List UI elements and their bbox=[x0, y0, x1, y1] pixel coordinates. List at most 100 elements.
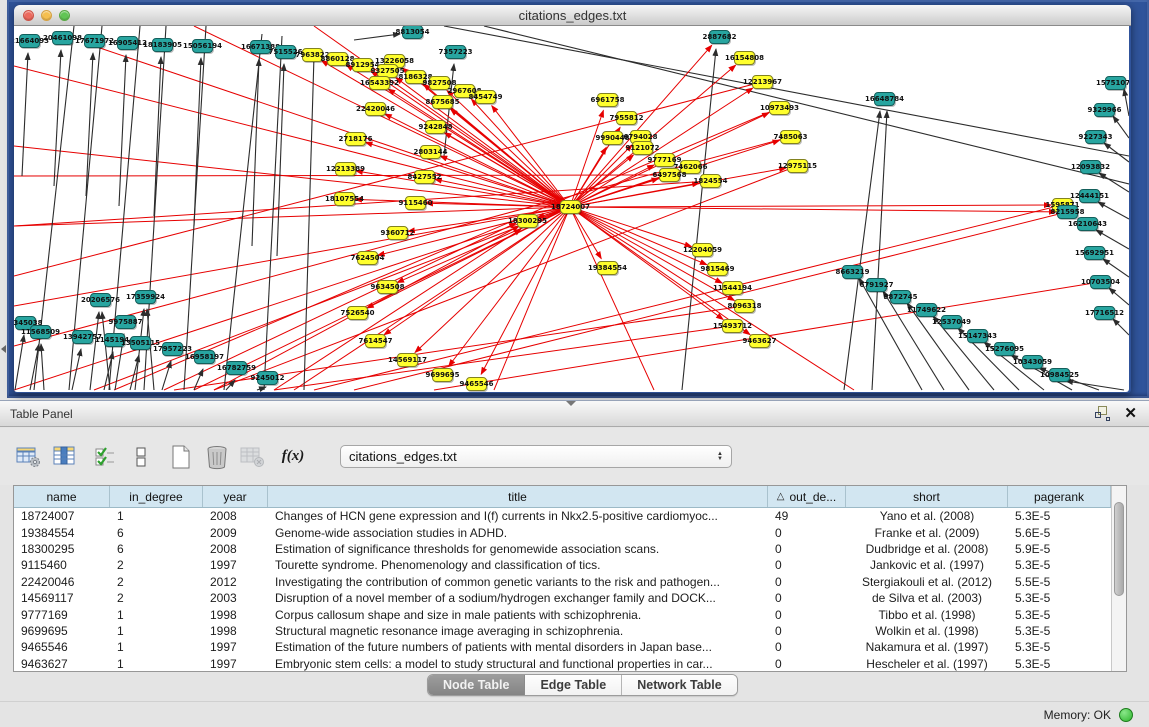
panel-divider-grip[interactable] bbox=[566, 401, 576, 406]
graph-node[interactable]: 20206576 bbox=[90, 293, 111, 307]
graph-node[interactable]: 8215958 bbox=[1057, 205, 1078, 219]
graph-node[interactable]: 9329966 bbox=[1094, 103, 1115, 117]
graph-node[interactable]: 16905412 bbox=[117, 36, 138, 50]
graph-node[interactable]: 2887682 bbox=[709, 30, 730, 44]
graph-node[interactable]: 8427552 bbox=[414, 170, 435, 184]
table-row[interactable]: 2242004622012Investigating the contribut… bbox=[14, 574, 1111, 590]
graph-node[interactable]: 9465546 bbox=[466, 377, 487, 391]
column-header-in_degree[interactable]: in_degree bbox=[110, 486, 203, 507]
show-column-button[interactable] bbox=[50, 442, 80, 472]
graph-node[interactable]: 10703504 bbox=[1090, 275, 1111, 289]
graph-node[interactable]: 9242848 bbox=[425, 120, 446, 134]
network-window-titlebar[interactable]: citations_edges.txt bbox=[14, 5, 1131, 26]
graph-node[interactable]: 7614547 bbox=[365, 334, 386, 348]
graph-node[interactable]: 18183905 bbox=[152, 38, 173, 52]
graph-node[interactable]: 12204059 bbox=[692, 243, 713, 257]
table-row[interactable]: 911546021997Tourette syndrome. Phenomeno… bbox=[14, 557, 1111, 573]
table-row[interactable]: 1456911722003Disruption of a novel membe… bbox=[14, 590, 1111, 606]
column-header-pagerank[interactable]: pagerank bbox=[1008, 486, 1111, 507]
network-canvas[interactable]: 1872400716154808122139671097349374850631… bbox=[14, 26, 1129, 392]
graph-node[interactable]: 9360712 bbox=[387, 226, 408, 240]
graph-node[interactable]: 14569117 bbox=[397, 353, 418, 367]
graph-node[interactable]: 12213967 bbox=[752, 75, 773, 89]
graph-node[interactable]: 15692951 bbox=[1084, 246, 1105, 260]
graph-node[interactable]: 8663219 bbox=[842, 265, 863, 279]
graph-node[interactable]: 9975887 bbox=[115, 315, 136, 329]
graph-node[interactable]: 17957223 bbox=[162, 342, 183, 356]
graph-node[interactable]: 2718176 bbox=[345, 132, 366, 146]
column-header-name[interactable]: name bbox=[14, 486, 110, 507]
table-source-dropdown[interactable]: citations_edges.txt ▲▼ bbox=[340, 445, 732, 468]
table-row[interactable]: 946362711997Embryonic stem cells: a mode… bbox=[14, 656, 1111, 671]
close-panel-icon[interactable]: ✕ bbox=[1124, 406, 1137, 421]
graph-node[interactable]: 6961758 bbox=[597, 93, 618, 107]
graph-node[interactable]: 9227343 bbox=[1085, 130, 1106, 144]
graph-node[interactable]: 18724007 bbox=[560, 200, 581, 214]
graph-node[interactable]: 11749622 bbox=[916, 303, 937, 317]
table-row[interactable]: 969969511998Structural magnetic resonanc… bbox=[14, 623, 1111, 639]
graph-node[interactable]: 19384554 bbox=[597, 261, 618, 275]
collapse-splitter-arrow[interactable] bbox=[1, 345, 6, 353]
graph-node[interactable]: 6497568 bbox=[659, 168, 680, 182]
graph-node[interactable]: 9872745 bbox=[890, 290, 911, 304]
graph-node[interactable]: 2803144 bbox=[420, 145, 441, 159]
graph-node[interactable]: 13505115 bbox=[130, 336, 151, 350]
graph-node[interactable]: 12537049 bbox=[941, 315, 962, 329]
column-header-short[interactable]: short bbox=[846, 486, 1008, 507]
tab-network-table[interactable]: Network Table bbox=[622, 675, 737, 695]
tab-node-table[interactable]: Node Table bbox=[428, 675, 525, 695]
graph-node[interactable]: 8675685 bbox=[432, 95, 453, 109]
graph-node[interactable]: 8096318 bbox=[734, 299, 755, 313]
graph-node[interactable]: 10973493 bbox=[769, 101, 790, 115]
scrollbar-thumb[interactable] bbox=[1114, 502, 1124, 596]
graph-node[interactable]: 1824554 bbox=[700, 174, 721, 188]
graph-node[interactable]: 8454749 bbox=[475, 90, 496, 104]
graph-node[interactable]: 13942757 bbox=[72, 330, 93, 344]
graph-node[interactable]: 9990448 bbox=[602, 131, 623, 145]
select-columns-button[interactable] bbox=[90, 442, 120, 472]
vertical-scrollbar[interactable] bbox=[1111, 486, 1126, 671]
graph-node[interactable]: 16958197 bbox=[194, 350, 215, 364]
graph-node[interactable]: 15276095 bbox=[994, 342, 1015, 356]
graph-node[interactable]: 9115460 bbox=[405, 196, 426, 210]
graph-node[interactable]: 18300295 bbox=[517, 214, 538, 228]
graph-node[interactable]: 9815469 bbox=[707, 262, 728, 276]
graph-node[interactable]: 7955812 bbox=[616, 111, 637, 125]
graph-node[interactable]: 12213389 bbox=[335, 162, 356, 176]
graph-node[interactable]: 18107554 bbox=[334, 192, 355, 206]
float-panel-icon[interactable] bbox=[1095, 406, 1110, 421]
table-row[interactable]: 1872400712008Changes of HCN gene express… bbox=[14, 508, 1111, 524]
graph-node[interactable]: 9121072 bbox=[632, 141, 653, 155]
graph-node[interactable]: 16210643 bbox=[1077, 217, 1098, 231]
graph-node[interactable]: 7526540 bbox=[347, 306, 368, 320]
graph-node[interactable]: 16648784 bbox=[874, 92, 895, 106]
graph-node[interactable]: 17716512 bbox=[1094, 306, 1115, 320]
graph-node[interactable]: 22420046 bbox=[365, 102, 386, 116]
graph-node[interactable]: 12975115 bbox=[787, 159, 808, 173]
graph-node[interactable]: 15751074 bbox=[1105, 76, 1126, 90]
graph-node[interactable]: 16154808 bbox=[734, 51, 755, 65]
graph-node[interactable]: 7515526 bbox=[275, 45, 296, 59]
delete-table-button[interactable] bbox=[202, 442, 232, 472]
graph-node[interactable]: 11568509 bbox=[30, 325, 51, 339]
graph-node[interactable]: 17359924 bbox=[135, 290, 156, 304]
table-row[interactable]: 1938455462009Genome-wide association stu… bbox=[14, 524, 1111, 540]
graph-node[interactable]: 16543392 bbox=[369, 76, 390, 90]
graph-node[interactable]: 17671972 bbox=[84, 34, 105, 48]
graph-node[interactable]: 7624504 bbox=[357, 251, 378, 265]
graph-node[interactable]: 15056194 bbox=[192, 39, 213, 53]
graph-node[interactable]: 20461098 bbox=[52, 31, 73, 45]
function-builder-button[interactable]: f(x) bbox=[278, 442, 308, 472]
graph-node[interactable]: 15493712 bbox=[722, 319, 743, 333]
graph-node[interactable]: 21664093 bbox=[19, 34, 40, 48]
graph-node[interactable]: 12444151 bbox=[1079, 189, 1100, 203]
new-table-button[interactable] bbox=[166, 442, 196, 472]
graph-node[interactable]: 7357223 bbox=[445, 45, 466, 59]
graph-node[interactable]: 12093832 bbox=[1080, 160, 1101, 174]
graph-node[interactable]: 16782759 bbox=[226, 361, 247, 375]
row-height-button[interactable] bbox=[126, 442, 156, 472]
table-row[interactable]: 946554611997Estimation of the future num… bbox=[14, 639, 1111, 655]
table-row[interactable]: 1830029562008Estimation of significance … bbox=[14, 541, 1111, 557]
graph-node[interactable]: 11544194 bbox=[722, 281, 743, 295]
graph-node[interactable]: 10984525 bbox=[1049, 368, 1070, 382]
